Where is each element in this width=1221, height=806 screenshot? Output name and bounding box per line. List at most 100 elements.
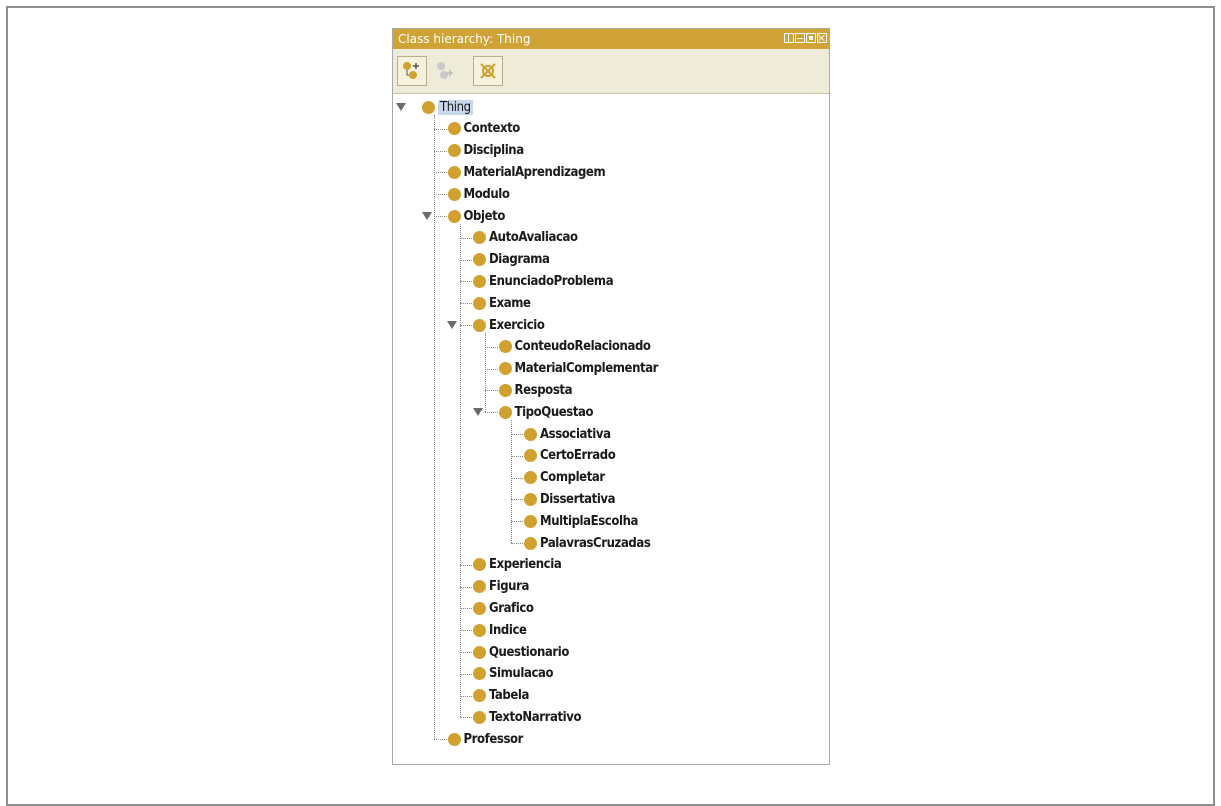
class-icon (447, 122, 461, 136)
tree-node[interactable]: Grafico (473, 598, 534, 618)
class-icon (473, 274, 486, 288)
class-icon (498, 405, 512, 419)
class-icon (524, 492, 537, 506)
tree-connector (510, 521, 523, 523)
expand-triangle-icon[interactable] (396, 103, 406, 111)
class-icon (447, 144, 461, 158)
tree-connector (434, 194, 447, 196)
minimize-icon[interactable] (795, 33, 805, 43)
tree-node[interactable]: MultiplaEscolha (524, 511, 638, 531)
class-icon (498, 362, 512, 376)
tree-node-label: Professor (463, 731, 524, 747)
tree-connector (510, 434, 523, 435)
tree-node-label: Completar (540, 470, 605, 486)
class-icon (473, 253, 486, 267)
tree-node[interactable]: Modulo (447, 184, 510, 204)
tree-connector (434, 739, 447, 741)
expand-triangle-icon[interactable] (472, 408, 483, 417)
tree-connector (459, 717, 472, 719)
tree-node[interactable]: Thing (422, 97, 473, 117)
tree-node[interactable]: Questionario (473, 642, 569, 662)
tree-node-label: Dissertativa (540, 491, 616, 507)
expand-triangle-icon[interactable] (421, 212, 432, 220)
tree-node[interactable]: AutoAvaliacao (473, 228, 578, 248)
tree-node-label: PalavrasCruzadas (540, 535, 651, 551)
tree-connector (459, 630, 472, 632)
class-icon (524, 471, 537, 485)
tree-node-label: Resposta (514, 382, 573, 398)
tree-node[interactable]: Tabela (473, 686, 529, 706)
tree-node-label: EnunciadoProblema (489, 273, 614, 289)
tree-node[interactable]: Experiencia (473, 555, 562, 575)
tree-node-label: Disciplina (463, 143, 525, 159)
tree-node[interactable]: Professor (447, 729, 524, 749)
tree-node-label: CertoErrado (540, 448, 616, 464)
tree-node[interactable]: Indice (473, 620, 527, 640)
tree-node[interactable]: Exercicio (473, 315, 545, 335)
tree-node[interactable]: Resposta (498, 380, 573, 400)
maximize-icon[interactable] (806, 33, 816, 43)
split-view-icon[interactable] (784, 33, 794, 43)
tree-node[interactable]: Dissertativa (524, 489, 616, 509)
class-icon (524, 427, 537, 441)
tree-node-label: ConteudoRelacionado (514, 339, 651, 355)
tree-connector (510, 543, 523, 544)
tree-node[interactable]: Completar (524, 468, 605, 488)
tree-node[interactable]: PalavrasCruzadas (524, 533, 651, 553)
class-icon (447, 187, 461, 201)
tree-node-label: TipoQuestao (514, 404, 594, 420)
class-icon (447, 165, 461, 179)
tree-node[interactable]: ConteudoRelacionado (498, 337, 651, 357)
tree-connector (459, 695, 472, 697)
class-icon (422, 100, 435, 114)
class-icon (524, 449, 537, 463)
tree-node-label: Indice (489, 622, 527, 638)
class-icon (473, 645, 486, 659)
class-tree: Thing Contexto Disciplina MaterialAprendiza… (393, 94, 829, 764)
tree-connector (459, 259, 472, 261)
tree-node[interactable]: Exame (473, 293, 531, 313)
tree-node[interactable]: Associativa (524, 424, 611, 444)
tree-connector (459, 224, 461, 718)
class-icon (473, 296, 486, 310)
tree-node[interactable]: TipoQuestao (498, 402, 594, 422)
class-icon (473, 710, 486, 724)
tree-node[interactable]: Contexto (447, 119, 521, 139)
tree-node-label: Contexto (463, 121, 521, 137)
tree-node[interactable]: Diagrama (473, 250, 550, 270)
panel-toolbar (393, 49, 829, 94)
expand-triangle-icon[interactable] (447, 321, 457, 329)
tree-node[interactable]: MaterialComplementar (498, 359, 658, 379)
tree-node[interactable]: EnunciadoProblema (473, 271, 614, 291)
class-icon (473, 558, 486, 572)
class-hierarchy-panel: Class hierarchy: Thing Thing Contexto Di… (392, 28, 830, 765)
tree-node[interactable]: CertoErrado (524, 446, 616, 466)
tree-node[interactable]: Disciplina (447, 141, 525, 161)
tree-node-label: Grafico (489, 600, 534, 616)
class-icon (524, 514, 537, 528)
tree-node[interactable]: Simulacao (473, 664, 554, 684)
tree-connector (434, 216, 447, 217)
tree-node[interactable]: Objeto (447, 206, 505, 226)
tree-connector (485, 390, 498, 392)
panel-title: Class hierarchy: Thing (398, 32, 531, 46)
add-sibling-icon (437, 62, 453, 79)
delete-class-button[interactable] (473, 56, 503, 86)
tree-connector (459, 564, 472, 566)
class-icon (473, 689, 486, 703)
tree-node[interactable]: TextoNarrativo (473, 707, 582, 727)
tree-node[interactable]: Figura (473, 577, 529, 597)
tree-connector (510, 499, 523, 501)
tree-connector (459, 281, 472, 283)
class-icon (473, 601, 486, 615)
panel-titlebar: Class hierarchy: Thing (393, 29, 829, 49)
add-subclass-button[interactable] (397, 56, 427, 86)
tree-node-label: Associativa (540, 426, 611, 442)
tree-connector (434, 115, 435, 740)
close-icon[interactable] (817, 33, 827, 43)
add-subclass-icon (403, 62, 419, 79)
add-sibling-button[interactable] (431, 56, 461, 86)
tree-node[interactable]: MaterialAprendizagem (447, 162, 606, 182)
class-icon (473, 318, 486, 332)
tree-connector (459, 673, 472, 675)
